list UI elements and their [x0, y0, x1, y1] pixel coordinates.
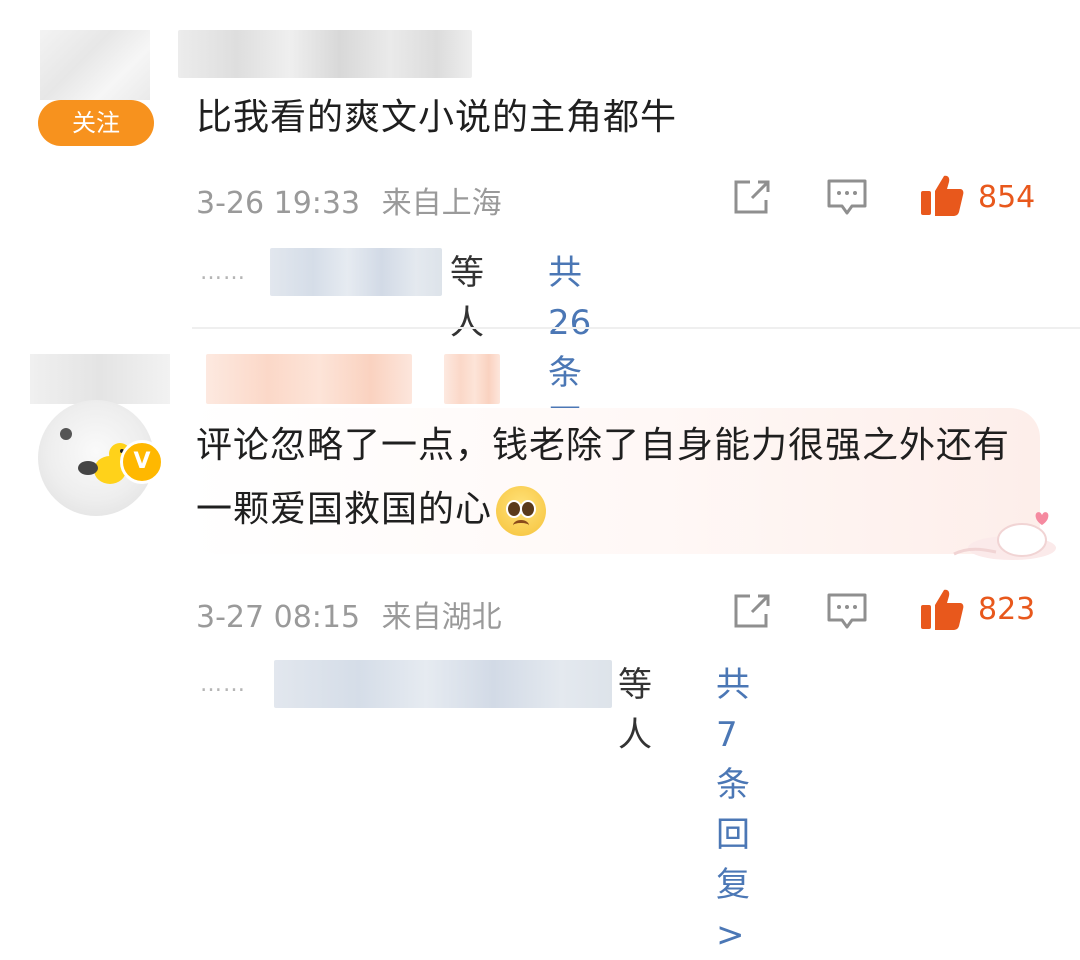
- timestamp: 3-26 19:33: [196, 186, 361, 221]
- comment-icon: [827, 179, 867, 215]
- share-button[interactable]: [732, 178, 774, 220]
- pleading-face-emoji: [496, 486, 547, 536]
- cat-sticker-icon: [953, 512, 1056, 560]
- comment-text-body: 评论忽略了一点，钱老除了自身能力很强之外还有一颗爱国救国的心: [196, 425, 1011, 530]
- divider: [192, 327, 1080, 329]
- location: 来自湖北: [381, 600, 502, 635]
- like-count: 854: [978, 180, 1036, 215]
- comment-meta: 3-26 19:33 来自上海: [196, 178, 502, 222]
- comment-button[interactable]: [826, 178, 868, 222]
- username-blurred[interactable]: [178, 30, 472, 78]
- user-badge-blurred: [444, 354, 500, 404]
- like-count: 823: [978, 592, 1036, 627]
- comment-button[interactable]: [826, 592, 868, 636]
- share-icon: [734, 180, 770, 214]
- avatar-frame-blurred: [30, 354, 170, 404]
- thumbs-up-icon: [921, 589, 964, 630]
- reply-users-blurred: [270, 248, 442, 296]
- comment-item: V 评论忽略了一点，钱老除了自身能力很强之外还有一颗爱国救国的心 3-27 08…: [0, 330, 1080, 955]
- verified-badge: V: [120, 440, 164, 484]
- like-button[interactable]: [918, 586, 966, 636]
- avatar[interactable]: [40, 30, 150, 100]
- timestamp: 3-27 08:15: [196, 600, 361, 635]
- reply-users-blurred: [274, 660, 612, 708]
- location: 来自上海: [381, 186, 502, 221]
- username-blurred[interactable]: [206, 354, 412, 404]
- comment-meta: 3-27 08:15 来自湖北: [196, 592, 502, 636]
- ellipsis: ……: [200, 672, 246, 697]
- replies-suffix: 等人: [618, 665, 652, 755]
- follow-button[interactable]: 关注: [38, 100, 154, 146]
- view-replies-link[interactable]: 共7条回复 >: [716, 660, 750, 960]
- like-button[interactable]: [918, 172, 966, 222]
- comment-text: 评论忽略了一点，钱老除了自身能力很强之外还有一颗爱国救国的心: [196, 414, 1016, 542]
- comment-icon: [827, 593, 867, 629]
- comment-text: 比我看的爽文小说的主角都牛: [196, 97, 678, 138]
- comment-item: 关注 比我看的爽文小说的主角都牛 3-26 19:33 来自上海 854 …… …: [0, 0, 1080, 543]
- thumbs-up-icon: [921, 175, 964, 216]
- ellipsis: ……: [200, 260, 246, 285]
- share-icon: [734, 594, 770, 628]
- share-button[interactable]: [732, 592, 774, 634]
